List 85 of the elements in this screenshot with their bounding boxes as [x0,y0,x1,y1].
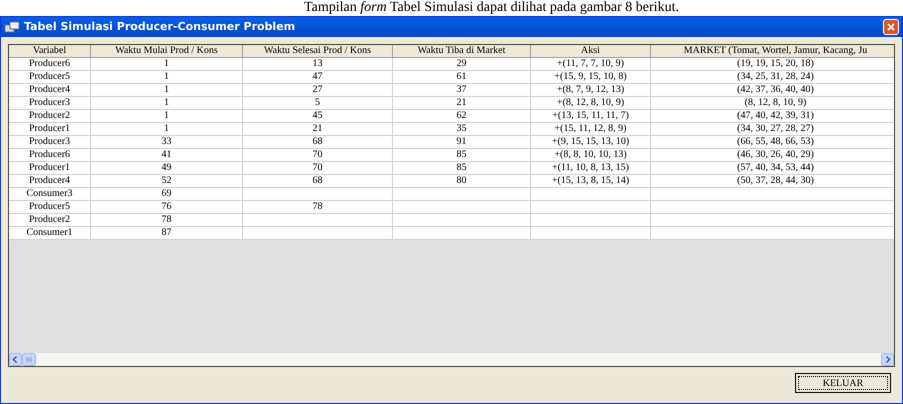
table-cell: Producer2 [9,214,91,227]
column-header[interactable]: Variabel [9,45,91,58]
table-cell: 68 [243,136,393,149]
table-cell: 87 [91,227,243,240]
table-cell: 29 [393,58,531,71]
table-cell: +(11, 10, 8, 13, 15) [531,162,651,175]
table-cell: (34, 25, 31, 28, 24) [651,71,894,84]
table-cell: 35 [393,123,531,136]
table-cell: 70 [243,162,393,175]
table-cell: 85 [393,149,531,162]
table-cell: Producer4 [9,175,91,188]
table-cell: 1 [91,110,243,123]
table-cell: Producer5 [9,201,91,214]
scroll-thumb-icon[interactable] [22,353,36,366]
close-button[interactable] [883,19,899,35]
column-header[interactable]: Waktu Mulai Prod / Kons [91,45,243,58]
table-cell: 5 [243,97,393,110]
table-cell: Producer1 [9,123,91,136]
table-cell: +(15, 11, 12, 8, 9) [531,123,651,136]
table-cell: (34, 30, 27, 28, 27) [651,123,894,136]
table-cell: (57, 40, 34, 53, 44) [651,162,894,175]
table-cell: (46, 30, 26, 40, 29) [651,149,894,162]
table-cell: (50, 37, 28, 44, 30) [651,175,894,188]
table-cell: Producer3 [9,97,91,110]
table-cell: 21 [243,123,393,136]
table-cell: +(11, 7, 7, 10, 9) [531,58,651,71]
table-cell: Producer6 [9,58,91,71]
column-header[interactable]: Waktu Selesai Prod / Kons [243,45,393,58]
exit-button[interactable]: KELUAR [795,373,891,393]
table-cell: +(15, 13, 8, 15, 14) [531,175,651,188]
table-cell: Producer5 [9,71,91,84]
table-cell: Consumer3 [9,188,91,201]
table-cell: 61 [393,71,531,84]
column-header[interactable]: Aksi [531,45,651,58]
table-cell: 1 [91,123,243,136]
table-cell: +(8, 7, 9, 12, 13) [531,84,651,97]
table-cell: 78 [91,214,243,227]
table-cell: 1 [91,71,243,84]
table-cell: 41 [91,149,243,162]
table-cell: 70 [243,149,393,162]
table-cell: 21 [393,97,531,110]
table-cell: 45 [243,110,393,123]
table-cell: +(15, 9, 15, 10, 8) [531,71,651,84]
table-cell: Producer4 [9,84,91,97]
horizontal-scrollbar[interactable] [9,353,894,366]
scroll-right-icon[interactable] [881,353,894,366]
window-title: Tabel Simulasi Producer-Consumer Problem [24,18,296,35]
table-cell: Producer1 [9,162,91,175]
table-cell: 68 [243,175,393,188]
table-cell: 47 [243,71,393,84]
table-cell: (8, 12, 8, 10, 9) [651,97,894,110]
table-cell: +(8, 8, 10, 10, 13) [531,149,651,162]
table-cell: (47, 40, 42, 39, 31) [651,110,894,123]
table-cell: +(13, 15, 11, 11, 7) [531,110,651,123]
table-cell: 62 [393,110,531,123]
table-cell: 37 [393,84,531,97]
table-cell: (66, 55, 48, 66, 53) [651,136,894,149]
scroll-left-icon[interactable] [9,353,22,366]
table-cell: Producer6 [9,149,91,162]
table-cell: Producer3 [9,136,91,149]
table-cell: 13 [243,58,393,71]
column-header[interactable]: Waktu Tiba di Market [393,45,531,58]
app-icon [4,20,20,34]
table-cell: (42, 37, 36, 40, 40) [651,84,894,97]
table-cell: 33 [91,136,243,149]
table-cell: 78 [243,201,393,214]
column-header[interactable]: MARKET (Tomat, Wortel, Jamur, Kacang, Ju [651,45,894,58]
table-cell: 27 [243,84,393,97]
table-cell: Consumer1 [9,227,91,240]
table-cell: +(9, 15, 15, 13, 10) [531,136,651,149]
table-cell: 69 [91,188,243,201]
table-cell: 80 [393,175,531,188]
table-cell: 85 [393,162,531,175]
table-cell: 1 [91,58,243,71]
table-cell: 1 [91,84,243,97]
table-cell: 1 [91,97,243,110]
table-cell: 52 [91,175,243,188]
caption: Tampilan form Tabel Simulasi dapat dilihat pada gambar 8 berikut. [304,0,679,16]
table-cell: +(8, 12, 8, 10, 9) [531,97,651,110]
close-icon[interactable] [887,23,895,31]
table-cell: 76 [91,201,243,214]
table-cell: 91 [393,136,531,149]
table-cell: (19, 19, 15, 20, 18) [651,58,894,71]
table-cell: Producer2 [9,110,91,123]
table-cell: 49 [91,162,243,175]
